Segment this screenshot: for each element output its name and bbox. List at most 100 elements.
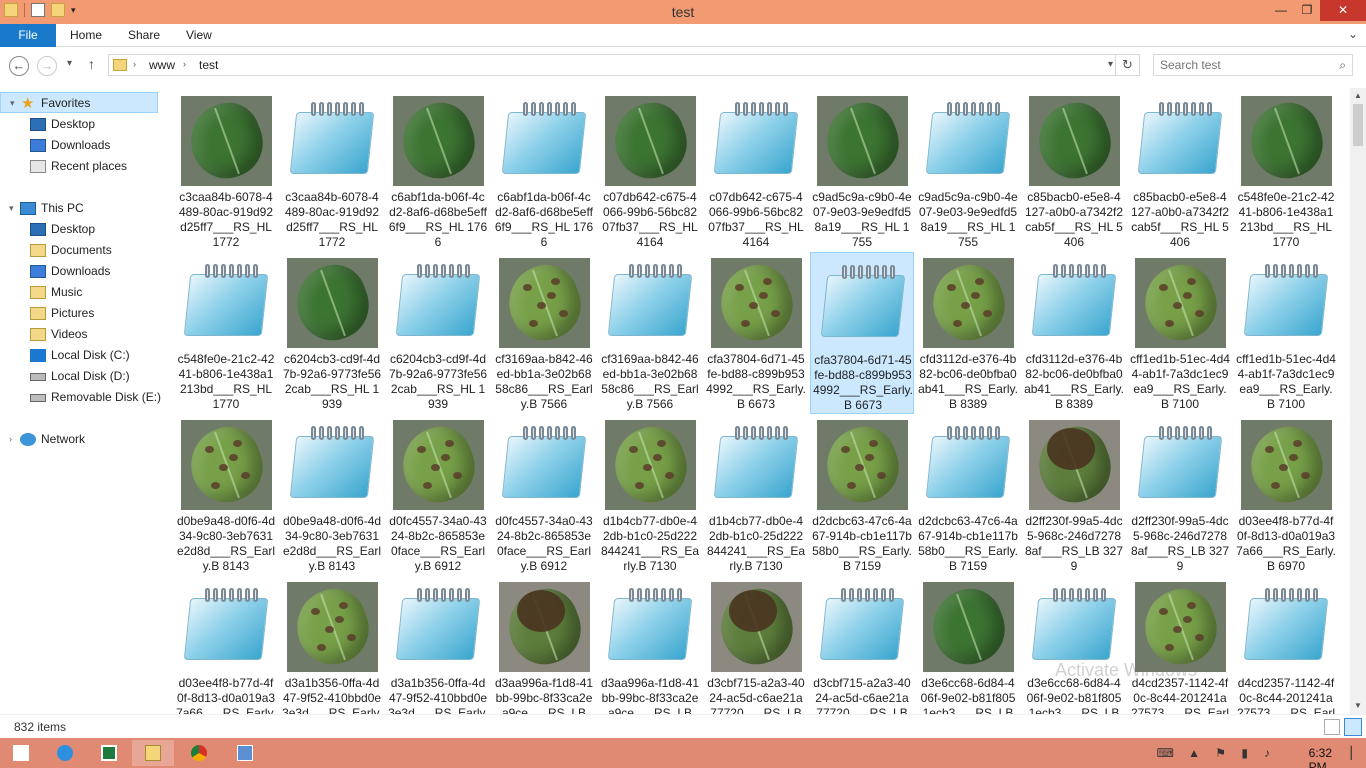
file-item[interactable]: cfd3112d-e376-4b82-bc06-de0bfba0ab41___R…: [916, 252, 1020, 414]
minimize-button[interactable]: —: [1268, 0, 1294, 21]
show-desktop-icon[interactable]: ▏: [1351, 746, 1360, 760]
refresh-button[interactable]: ↻: [1115, 55, 1139, 75]
file-item[interactable]: d2ff230f-99a5-4dc5-968c-246d72788af___RS…: [1128, 414, 1232, 576]
tab-file[interactable]: File: [0, 24, 56, 47]
file-item[interactable]: c6abf1da-b06f-4cd2-8af6-d68be5eff6f9___R…: [492, 90, 596, 252]
nav-pc-downloads[interactable]: Downloads: [0, 261, 158, 282]
file-item[interactable]: d03ee4f8-b77d-4f0f-8d13-d0a019a37a66___R…: [1234, 414, 1338, 576]
file-item[interactable]: c85bacb0-e5e8-4127-a0b0-a7342f2cab5f___R…: [1128, 90, 1232, 252]
tab-view[interactable]: View: [186, 24, 212, 47]
file-item[interactable]: c3caa84b-6078-4489-80ac-919d92d25ff7___R…: [174, 90, 278, 252]
file-item[interactable]: d1b4cb77-db0e-42db-b1c0-25d222844241___R…: [704, 414, 808, 576]
file-item[interactable]: c548fe0e-21c2-4241-b806-1e438a1213bd___R…: [174, 252, 278, 414]
file-item[interactable]: d3e6cc68-6d84-406f-9e02-b81f8051ecb3___R…: [1022, 576, 1126, 714]
file-item[interactable]: c548fe0e-21c2-4241-b806-1e438a1213bd___R…: [1234, 90, 1338, 252]
file-item[interactable]: d3a1b356-0ffa-4d47-9f52-410bbd0e3e3d___R…: [386, 576, 490, 714]
chevron-down-icon[interactable]: ▾: [9, 198, 14, 219]
taskbar-file-explorer[interactable]: [132, 740, 174, 766]
network-tray-icon[interactable]: ▮: [1241, 746, 1248, 760]
breadcrumb-www[interactable]: www: [149, 58, 175, 72]
action-center-icon[interactable]: ⚑: [1215, 746, 1226, 760]
taskbar-excel[interactable]: [88, 740, 130, 766]
nav-pc-pictures[interactable]: Pictures: [0, 303, 158, 324]
file-item[interactable]: d3e6cc68-6d84-406f-9e02-b81f8051ecb3___R…: [916, 576, 1020, 714]
file-item[interactable]: d1b4cb77-db0e-42db-b1c0-25d222844241___R…: [598, 414, 702, 576]
file-item[interactable]: c9ad5c9a-c9b0-4e07-9e03-9e9edfd58a19___R…: [810, 90, 914, 252]
taskbar-internet-explorer[interactable]: [44, 740, 86, 766]
file-item[interactable]: c6204cb3-cd9f-4d7b-92a6-9773fe562cab___R…: [386, 252, 490, 414]
back-button[interactable]: ←: [9, 56, 29, 76]
vertical-scrollbar[interactable]: ▲ ▼: [1350, 88, 1366, 714]
nav-pc-removable-disk-e[interactable]: Removable Disk (E:): [0, 387, 161, 408]
keyboard-icon[interactable]: ⌨: [1157, 746, 1174, 760]
up-button[interactable]: ↑: [88, 56, 95, 72]
nav-pc-local-disk-c[interactable]: Local Disk (C:): [0, 345, 158, 366]
file-item[interactable]: cf3169aa-b842-46ed-bb1a-3e02b6858c86___R…: [492, 252, 596, 414]
taskbar-chrome[interactable]: [178, 740, 220, 766]
show-hidden-icons-icon[interactable]: ▲: [1188, 746, 1200, 760]
nav-fav-desktop[interactable]: Desktop: [0, 114, 158, 135]
file-item[interactable]: d0be9a48-d0f6-4d34-9c80-3eb7631e2d8d___R…: [174, 414, 278, 576]
file-item[interactable]: cf3169aa-b842-46ed-bb1a-3e02b6858c86___R…: [598, 252, 702, 414]
recent-locations-icon[interactable]: ▾: [67, 58, 72, 69]
file-item[interactable]: d3a1b356-0ffa-4d47-9f52-410bbd0e3e3d___R…: [280, 576, 384, 714]
taskbar-remote-desktop[interactable]: [224, 740, 266, 766]
address-bar[interactable]: › www › test ▾ ↻: [108, 54, 1140, 76]
file-item[interactable]: d2ff230f-99a5-4dc5-968c-246d72788af___RS…: [1022, 414, 1126, 576]
chevron-down-icon[interactable]: ▾: [10, 93, 15, 114]
file-item[interactable]: c07db642-c675-4066-99b6-56bc8207fb37___R…: [598, 90, 702, 252]
file-item[interactable]: d0be9a48-d0f6-4d34-9c80-3eb7631e2d8d___R…: [280, 414, 384, 576]
file-item[interactable]: d4cd2357-1142-4f0c-8c44-201241a27573___R…: [1234, 576, 1338, 714]
breadcrumb-test[interactable]: test: [199, 58, 218, 72]
nav-pc-music[interactable]: Music: [0, 282, 158, 303]
file-item[interactable]: d3aa996a-f1d8-41bb-99bc-8f33ca2ea9ce___R…: [598, 576, 702, 714]
restore-button[interactable]: ❐: [1294, 0, 1320, 21]
file-item[interactable]: d03ee4f8-b77d-4f0f-8d13-d0a019a37a66___R…: [174, 576, 278, 714]
volume-icon[interactable]: ♪: [1264, 746, 1270, 760]
search-icon[interactable]: ⌕: [1339, 58, 1346, 73]
file-item[interactable]: cfa37804-6d71-45fe-bd88-c899b9534992___R…: [810, 252, 914, 414]
file-item[interactable]: cff1ed1b-51ec-4d44-ab1f-7a3dc1ec9ea9___R…: [1234, 252, 1338, 414]
close-button[interactable]: ✕: [1320, 0, 1366, 21]
nav-pc-videos[interactable]: Videos: [0, 324, 158, 345]
file-item[interactable]: d2dcbc63-47c6-4a67-914b-cb1e117b58b0___R…: [810, 414, 914, 576]
file-item[interactable]: cfa37804-6d71-45fe-bd88-c899b9534992___R…: [704, 252, 808, 414]
chevron-down-icon[interactable]: ▾: [1108, 59, 1113, 70]
ribbon-expand-icon[interactable]: ⌄: [1348, 27, 1358, 41]
file-item[interactable]: cff1ed1b-51ec-4d44-ab1f-7a3dc1ec9ea9___R…: [1128, 252, 1232, 414]
nav-fav-downloads[interactable]: Downloads: [0, 135, 158, 156]
chevron-right-icon[interactable]: ›: [183, 59, 186, 69]
nav-pc-local-disk-d[interactable]: Local Disk (D:): [0, 366, 158, 387]
chevron-right-icon[interactable]: ›: [9, 429, 12, 450]
details-view-icon[interactable]: [1324, 719, 1340, 735]
file-item[interactable]: c07db642-c675-4066-99b6-56bc8207fb37___R…: [704, 90, 808, 252]
nav-this-pc[interactable]: ▾ This PC: [0, 198, 158, 219]
nav-network[interactable]: › Network: [0, 429, 158, 450]
clock[interactable]: 6:32 PM: [1309, 746, 1332, 768]
nav-pc-desktop[interactable]: Desktop: [0, 219, 158, 240]
tab-share[interactable]: Share: [128, 24, 160, 47]
scroll-up-icon[interactable]: ▲: [1350, 88, 1366, 104]
scroll-down-icon[interactable]: ▼: [1350, 698, 1366, 714]
forward-button[interactable]: →: [37, 56, 57, 76]
large-icons-view-icon[interactable]: [1344, 718, 1362, 736]
search-box[interactable]: ⌕: [1153, 54, 1353, 76]
scrollbar-thumb[interactable]: [1353, 104, 1363, 146]
file-item[interactable]: c6abf1da-b06f-4cd2-8af6-d68be5eff6f9___R…: [386, 90, 490, 252]
file-item[interactable]: c85bacb0-e5e8-4127-a0b0-a7342f2cab5f___R…: [1022, 90, 1126, 252]
file-item[interactable]: d0fc4557-34a0-4324-8b2c-865853e0face___R…: [386, 414, 490, 576]
file-item[interactable]: d3aa996a-f1d8-41bb-99bc-8f33ca2ea9ce___R…: [492, 576, 596, 714]
search-input[interactable]: [1154, 55, 1324, 75]
file-item[interactable]: d4cd2357-1142-4f0c-8c44-201241a27573___R…: [1128, 576, 1232, 714]
file-item[interactable]: c9ad5c9a-c9b0-4e07-9e03-9e9edfd58a19___R…: [916, 90, 1020, 252]
file-item[interactable]: d0fc4557-34a0-4324-8b2c-865853e0face___R…: [492, 414, 596, 576]
file-item[interactable]: d3cbf715-a2a3-4024-ac5d-c6ae21a77720___R…: [704, 576, 808, 714]
file-item[interactable]: c3caa84b-6078-4489-80ac-919d92d25ff7___R…: [280, 90, 384, 252]
file-item[interactable]: cfd3112d-e376-4b82-bc06-de0bfba0ab41___R…: [1022, 252, 1126, 414]
tab-home[interactable]: Home: [70, 24, 102, 47]
file-item[interactable]: c6204cb3-cd9f-4d7b-92a6-9773fe562cab___R…: [280, 252, 384, 414]
nav-fav-recent-places[interactable]: Recent places: [0, 156, 158, 177]
nav-pc-documents[interactable]: Documents: [0, 240, 158, 261]
start-button[interactable]: [0, 740, 42, 766]
nav-favorites[interactable]: ▾ ★ Favorites: [0, 92, 158, 113]
